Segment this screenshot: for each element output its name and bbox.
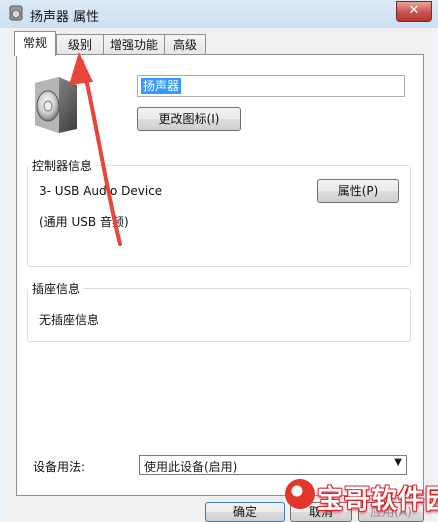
- general-tab-panel: 扬声器 更改图标(I) 控制器信息 3- USB Audio Device (通…: [16, 54, 424, 496]
- device-name-input[interactable]: 扬声器: [137, 75, 405, 97]
- device-usage-value: 使用此设备(启用): [144, 460, 238, 474]
- change-icon-label: 更改图标(I): [158, 112, 220, 126]
- speaker-icon: [9, 5, 23, 21]
- jack-info-label: 插座信息: [29, 280, 84, 297]
- dropdown-arrow-icon: ▼: [394, 457, 402, 468]
- tab-enhancements-label: 增强功能: [109, 38, 158, 52]
- dialog-client: 常规 级别 增强功能 高级 扬声器 更改图标(I) 控制器信息 3- USB A…: [6, 28, 432, 522]
- change-icon-button[interactable]: 更改图标(I): [137, 107, 241, 131]
- device-usage-select[interactable]: 使用此设备(启用) ▼: [139, 455, 407, 475]
- watermark-logo-icon: [285, 479, 315, 509]
- controller-properties-button[interactable]: 属性(P): [317, 179, 399, 203]
- speaker-icon: [35, 77, 77, 133]
- tab-advanced[interactable]: 高级: [164, 34, 206, 55]
- properties-window: 扬声器 属性 ✕ 常规 级别 增强功能 高级 扬声器 更改图标(I) 控制器信息…: [0, 0, 438, 522]
- ok-button[interactable]: 确定: [205, 502, 285, 522]
- controller-device-subtitle: (通用 USB 音频): [39, 215, 129, 229]
- device-name-value: 扬声器: [141, 78, 182, 94]
- tab-advanced-label: 高级: [172, 38, 197, 52]
- jack-info-text: 无插座信息: [39, 313, 100, 327]
- tab-levels-label: 级别: [67, 38, 92, 52]
- device-usage-label: 设备用法:: [33, 460, 86, 474]
- window-title: 扬声器 属性: [30, 10, 100, 25]
- tab-enhancements[interactable]: 增强功能: [103, 34, 165, 55]
- watermark: 宝哥软件园: [285, 475, 438, 515]
- ok-label: 确定: [232, 505, 257, 519]
- controller-device-name: 3- USB Audio Device: [39, 184, 163, 198]
- title-bar[interactable]: 扬声器 属性 ✕: [0, 0, 438, 28]
- watermark-text: 宝哥软件园: [317, 485, 438, 515]
- tab-levels[interactable]: 级别: [56, 34, 104, 55]
- controller-info-label: 控制器信息: [29, 157, 96, 174]
- controller-properties-label: 属性(P): [337, 184, 379, 198]
- tab-general-label: 常规: [22, 36, 47, 50]
- close-button[interactable]: ✕: [396, 1, 432, 22]
- tab-general[interactable]: 常规: [14, 31, 56, 56]
- close-icon: ✕: [408, 3, 420, 18]
